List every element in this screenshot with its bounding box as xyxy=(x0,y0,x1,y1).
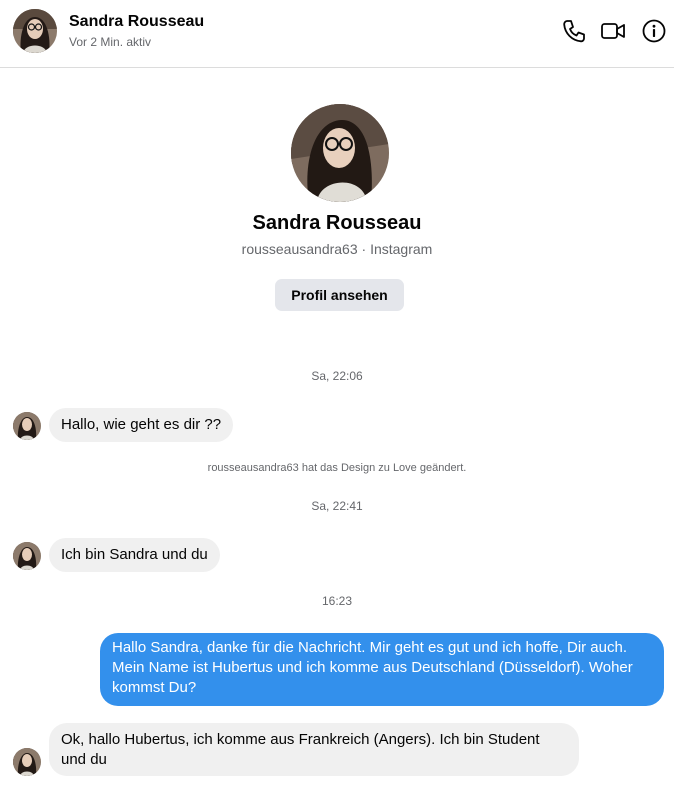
profile-subtitle: rousseausandra63 · Instagram xyxy=(241,241,433,257)
message-bubble-incoming[interactable]: Hallo, wie geht es dir ?? xyxy=(49,408,234,442)
message-bubble-incoming[interactable]: Ich bin Sandra und du xyxy=(49,538,220,572)
timestamp: Sa, 22:41 xyxy=(311,499,363,513)
profile-name: Sandra Rousseau xyxy=(252,212,422,234)
sender-avatar[interactable] xyxy=(13,748,41,776)
message-bubble-incoming[interactable]: Ok, hallo Hubertus, ich komme aus Frankr… xyxy=(49,723,579,776)
sender-avatar[interactable] xyxy=(13,412,41,440)
avatar[interactable] xyxy=(13,9,57,53)
message-bubble-outgoing[interactable]: Hallo Sandra, danke für die Nachricht. M… xyxy=(100,633,664,706)
system-notice: rousseausandra63 hat das Design zu Love … xyxy=(207,462,467,474)
contact-name[interactable]: Sandra Rousseau xyxy=(69,13,204,31)
video-call-icon[interactable] xyxy=(600,18,626,44)
active-status: Vor 2 Min. aktiv xyxy=(69,35,152,49)
timestamp: Sa, 22:06 xyxy=(311,369,363,383)
phone-icon[interactable] xyxy=(561,18,587,44)
info-icon[interactable] xyxy=(641,18,667,44)
timestamp: 16:23 xyxy=(321,594,353,608)
sender-avatar[interactable] xyxy=(13,542,41,570)
profile-avatar[interactable] xyxy=(291,104,389,202)
view-profile-button[interactable]: Profil ansehen xyxy=(275,279,404,311)
chat-header: Sandra Rousseau Vor 2 Min. aktiv xyxy=(0,0,674,68)
